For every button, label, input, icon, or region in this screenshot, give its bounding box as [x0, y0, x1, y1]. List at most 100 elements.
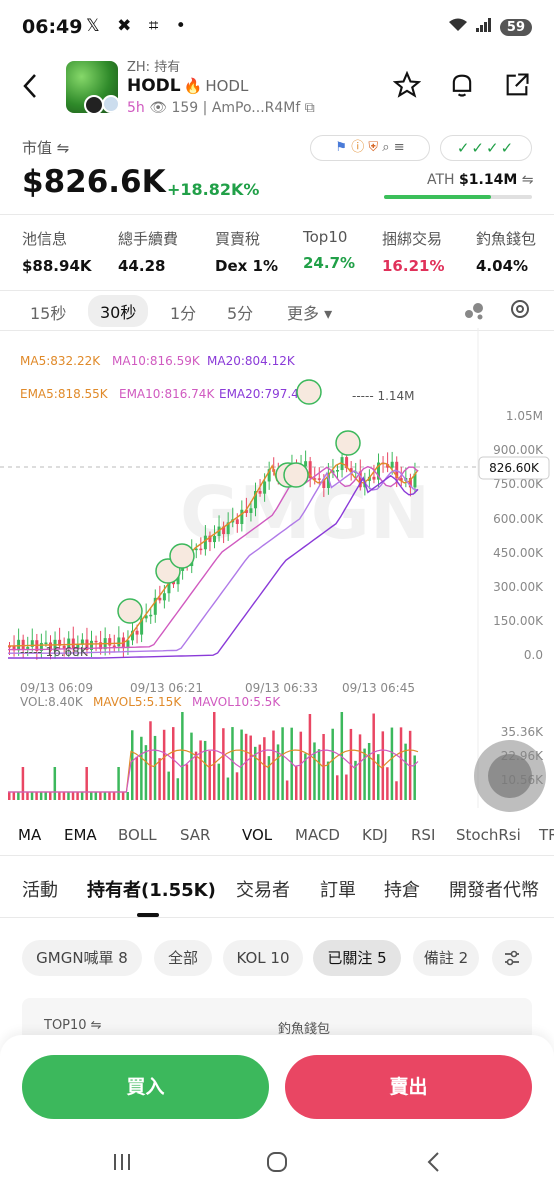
x-tick-label: 09/13 06:33: [245, 681, 318, 695]
stat-item[interactable]: 總手續費 44.28: [118, 228, 178, 275]
low-marker-label: ----- 16.68K: [20, 645, 89, 659]
stat-item[interactable]: Top10 24.7%: [303, 228, 355, 272]
ath-progress-fill: [384, 195, 491, 199]
star-icon[interactable]: [392, 70, 422, 106]
candle-body: [94, 640, 98, 643]
candle-body: [372, 476, 376, 480]
bell-icon[interactable]: [448, 71, 476, 106]
ath-progress-bar: [384, 195, 532, 199]
trader-avatar-icon[interactable]: [283, 462, 309, 488]
x-tick-label: 09/13 06:09: [20, 681, 93, 695]
candle-body: [390, 461, 394, 468]
ema-legend: EMA5:818.55K: [20, 387, 109, 401]
content-tab[interactable]: 持有者(1.55K): [87, 876, 216, 902]
sell-button[interactable]: 賣出: [285, 1055, 532, 1119]
volume-bar: [363, 748, 366, 800]
stat-item[interactable]: 買賣稅 Dex 1%: [215, 228, 278, 275]
filter-chip[interactable]: GMGN喊單 8: [22, 940, 142, 976]
volume-bar: [285, 780, 289, 800]
volume-bar: [149, 721, 152, 800]
contract-address[interactable]: AmPo...R4Mf: [212, 100, 300, 116]
home-icon[interactable]: [265, 1150, 289, 1180]
recent-apps-icon[interactable]: [110, 1150, 134, 1180]
price-chart[interactable]: GMGNMA5:832.22K MA10:816.59K MA20:804.12KE…: [0, 328, 554, 818]
filter-chip[interactable]: 全部: [154, 940, 212, 976]
check-badge[interactable]: ✓✓✓✓: [440, 135, 532, 161]
stat-value: 4.04%: [476, 257, 529, 275]
indicator-tab[interactable]: SAR: [180, 826, 210, 844]
indicator-tab[interactable]: BOLL: [118, 826, 157, 844]
y-tick-label: 300.00K: [493, 580, 544, 594]
indicator-tab[interactable]: MACD: [295, 826, 340, 844]
stat-item[interactable]: 釣魚錢包 4.04%: [476, 228, 536, 275]
x-tick-label: 09/13 06:21: [130, 681, 203, 695]
timeframe-tab[interactable]: 1分: [170, 300, 196, 324]
view-count: 159: [171, 100, 199, 116]
stat-item[interactable]: 池信息 $88.94K: [22, 228, 92, 275]
market-cap-label[interactable]: 市值 ⇋: [22, 137, 69, 158]
indicator-dots-icon[interactable]: [463, 300, 485, 324]
volume-bar: [80, 792, 84, 800]
trader-avatar-icon[interactable]: [296, 379, 322, 405]
volume-bar: [158, 758, 161, 800]
content-tab[interactable]: 交易者: [236, 876, 290, 902]
settings-icon[interactable]: [508, 297, 532, 325]
timeframe-tab[interactable]: 30秒: [88, 295, 149, 327]
clock: 06:49: [22, 16, 83, 38]
y-tick-label: 1.05M: [506, 409, 543, 423]
trader-avatar-icon[interactable]: [335, 430, 361, 456]
content-tab[interactable]: 開發者代幣: [449, 876, 539, 902]
content-tab[interactable]: 活動: [22, 876, 58, 902]
menu-icon: ≡: [393, 140, 405, 155]
token-meta: 5h 👁 159 | AmPo...R4Mf ⧉: [127, 100, 315, 116]
nav-back-icon[interactable]: [422, 1150, 446, 1180]
trader-avatar-icon[interactable]: [117, 598, 143, 624]
top10-label[interactable]: TOP10 ⇋: [44, 1018, 102, 1033]
stats-row: 池信息 $88.94K 總手續費 44.28 買賣稅 Dex 1% Top10 24.7% 捆綁…: [0, 228, 554, 282]
indicator-tab[interactable]: EMA: [64, 826, 97, 844]
ma-legend: MA20:804.12K: [207, 354, 296, 368]
swap-icon[interactable]: ⇋: [522, 172, 534, 188]
indicator-tab[interactable]: TR: [539, 826, 554, 844]
content-tab[interactable]: 持倉: [384, 876, 420, 902]
divider: [0, 214, 554, 215]
system-nav-bar: [0, 1142, 554, 1192]
indicator-tab[interactable]: StochRsi: [456, 826, 521, 844]
audit-badges[interactable]: ⚑ ⓘ ⛨ ⌕ ≡: [310, 135, 430, 161]
indicator-tab[interactable]: MA: [18, 826, 41, 844]
indicator-tab[interactable]: KDJ: [362, 826, 388, 844]
filter-settings-icon[interactable]: [492, 940, 532, 976]
volume-bar: [181, 712, 184, 800]
volume-bar: [313, 742, 316, 800]
back-arrow-icon[interactable]: [20, 71, 40, 109]
volume-bar: [203, 740, 207, 800]
volume-bar: [413, 755, 416, 800]
ma-legend: MA5:832.22K: [20, 354, 101, 368]
volume-bar: [377, 754, 380, 800]
filter-chip[interactable]: 已關注 5: [313, 940, 401, 976]
volume-bar: [336, 775, 339, 800]
copy-icon[interactable]: ⧉: [305, 100, 315, 116]
buy-button[interactable]: 買入: [22, 1055, 269, 1119]
candle-body: [135, 630, 139, 635]
indicator-tab[interactable]: RSI: [411, 826, 435, 844]
warning-icon: ⓘ: [351, 140, 365, 155]
filter-chip[interactable]: 備註 2: [413, 940, 479, 976]
stat-item[interactable]: 捆綁交易 16.21%: [382, 228, 444, 275]
filter-chip[interactable]: KOL 10: [223, 940, 303, 976]
stat-label: 買賣稅: [215, 230, 261, 248]
timeframe-tab[interactable]: 5分: [227, 300, 253, 324]
volume-bar: [404, 743, 407, 800]
volume-bar: [21, 767, 25, 800]
content-tab[interactable]: 訂單: [320, 876, 356, 902]
indicator-tab[interactable]: VOL: [242, 826, 272, 844]
timeframe-tab[interactable]: 15秒: [30, 300, 66, 324]
volume-bar: [249, 735, 252, 800]
timeframe-tab[interactable]: 更多 ▾: [287, 300, 332, 324]
volume-bar: [39, 792, 43, 800]
candle-body: [108, 638, 112, 646]
trader-avatar-icon[interactable]: [169, 543, 195, 569]
y-tick-label: 450.00K: [493, 546, 544, 560]
volume-bar: [263, 737, 266, 800]
share-icon[interactable]: [503, 71, 531, 106]
